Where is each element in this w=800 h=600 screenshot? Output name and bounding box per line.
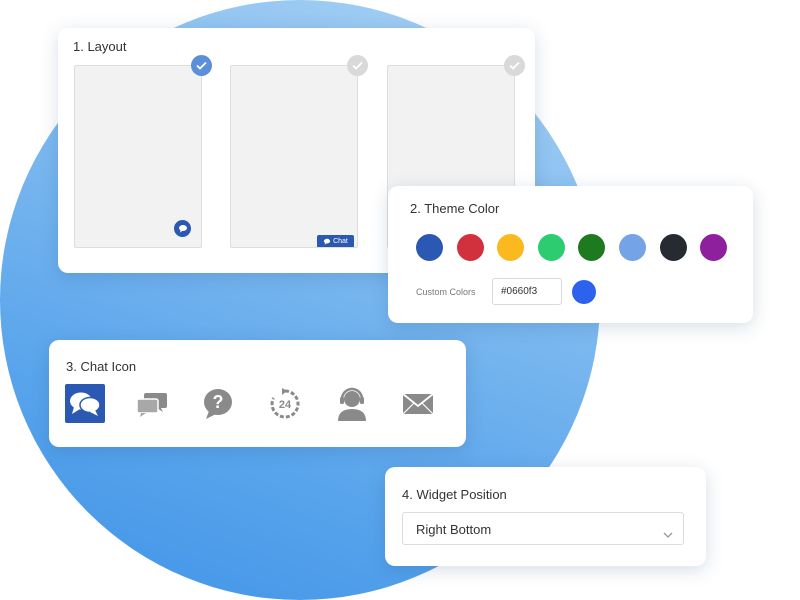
question-icon[interactable]: ? bbox=[198, 384, 238, 423]
chat-icon-title: 3. Chat Icon bbox=[66, 359, 137, 374]
check-icon bbox=[191, 55, 212, 76]
layout-title: 1. Layout bbox=[73, 39, 127, 54]
svg-text:24: 24 bbox=[279, 399, 292, 411]
custom-color-input[interactable] bbox=[492, 278, 562, 305]
chat-bubbles-icon[interactable] bbox=[132, 384, 172, 423]
chat-icon-card: 3. Chat Icon ? 24 bbox=[49, 340, 466, 447]
chat-tab-button: Chat bbox=[317, 235, 354, 247]
theme-color-card: 2. Theme Color Custom Colors bbox=[388, 186, 753, 323]
svg-text:?: ? bbox=[213, 392, 224, 412]
chat-bubble-icon bbox=[174, 220, 191, 237]
layout-option-bubble[interactable] bbox=[74, 55, 212, 248]
chat-bubble-icon bbox=[323, 238, 331, 245]
color-swatch[interactable] bbox=[578, 234, 606, 261]
theme-color-title: 2. Theme Color bbox=[410, 201, 500, 216]
check-icon bbox=[504, 55, 525, 76]
color-swatch[interactable] bbox=[619, 234, 646, 261]
color-swatch[interactable] bbox=[659, 234, 687, 261]
color-swatch[interactable] bbox=[700, 234, 728, 261]
widget-position-card: 4. Widget Position Right Bottom bbox=[385, 467, 706, 566]
support-24-icon[interactable]: 24 bbox=[265, 384, 305, 423]
color-swatch[interactable] bbox=[537, 234, 565, 261]
color-swatch[interactable] bbox=[456, 234, 484, 261]
check-icon bbox=[347, 55, 368, 76]
widget-position-title: 4. Widget Position bbox=[402, 487, 507, 502]
headset-agent-icon[interactable] bbox=[332, 384, 372, 423]
chat-tab-label: Chat bbox=[333, 237, 348, 245]
widget-position-value: Right Bottom bbox=[416, 522, 492, 537]
color-swatch[interactable] bbox=[497, 234, 525, 261]
custom-colors-label: Custom Colors bbox=[416, 287, 476, 297]
color-swatch[interactable] bbox=[416, 234, 443, 261]
speech-bubbles-icon[interactable] bbox=[65, 384, 105, 423]
chevron-down-icon bbox=[663, 525, 673, 543]
layout-option-tab[interactable]: Chat bbox=[230, 55, 368, 248]
widget-position-select[interactable]: Right Bottom bbox=[402, 512, 684, 545]
custom-color-preview[interactable] bbox=[572, 280, 596, 304]
envelope-icon[interactable] bbox=[398, 384, 438, 423]
